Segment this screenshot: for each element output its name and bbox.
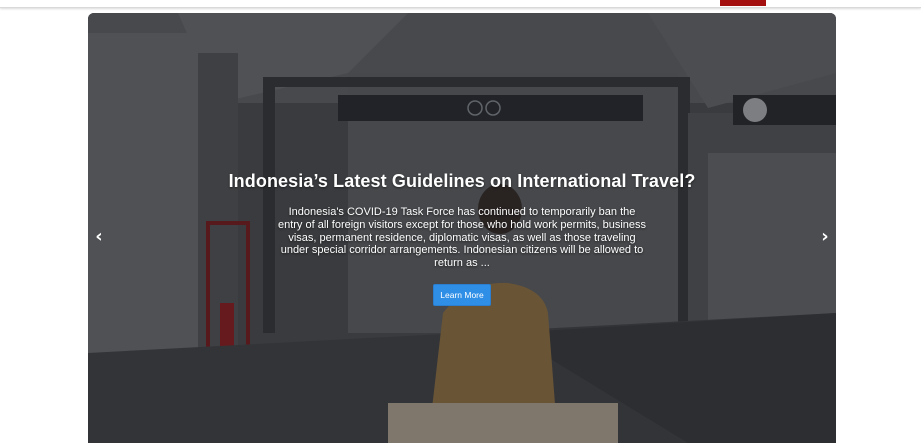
carousel-prev-icon[interactable]: ‹ [89,227,109,247]
slide-description: Indonesia's COVID-19 Task Force has cont… [277,206,647,270]
learn-more-button[interactable]: Learn More [433,283,491,306]
slide-caption: Indonesia’s Latest Guidelines on Interna… [88,171,836,306]
slide-title: Indonesia’s Latest Guidelines on Interna… [228,171,696,191]
nav-active-tab[interactable] [720,0,766,6]
carousel-next-icon[interactable]: › [815,227,835,247]
hero-carousel: Indonesia’s Latest Guidelines on Interna… [88,13,836,443]
top-navbar [0,0,921,8]
